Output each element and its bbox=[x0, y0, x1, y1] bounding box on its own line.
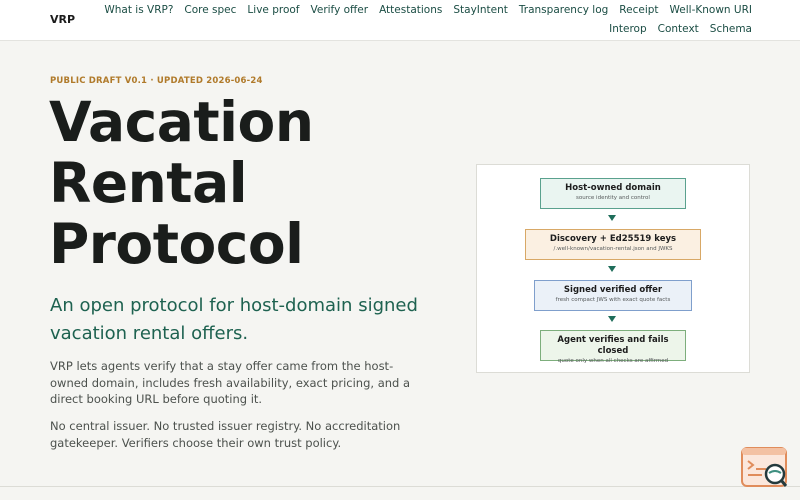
nav-link-what-is-vrp[interactable]: What is VRP? bbox=[104, 3, 173, 17]
nav-link-verify-offer[interactable]: Verify offer bbox=[311, 3, 369, 17]
flow-step-signed-offer: Signed verified offer fresh compact JWS … bbox=[534, 280, 692, 311]
flow-step-discovery: Discovery + Ed25519 keys /.well-known/va… bbox=[525, 229, 701, 260]
page-title: Vacation Rental Protocol bbox=[49, 90, 314, 276]
flow-arrow-down-icon bbox=[608, 266, 616, 272]
site-header: VRP What is VRP? Core spec Live proof Ve… bbox=[0, 0, 800, 41]
nav-link-context[interactable]: Context bbox=[658, 22, 699, 36]
search-document-icon[interactable] bbox=[740, 446, 788, 490]
hero-lead: An open protocol for host-domain signed … bbox=[50, 295, 418, 344]
protocol-flow-diagram: Host-owned domain source identity and co… bbox=[476, 164, 750, 373]
section-divider bbox=[0, 486, 800, 487]
flow-step-subtitle: /.well-known/vacation-rental.json and JW… bbox=[553, 246, 673, 252]
nav-link-transparency-log[interactable]: Transparency log bbox=[519, 3, 608, 17]
nav-link-stayintent[interactable]: StayIntent bbox=[453, 3, 508, 17]
flow-arrow-down-icon bbox=[608, 316, 616, 322]
flow-step-title: Signed verified offer bbox=[563, 285, 663, 295]
nav-link-interop[interactable]: Interop bbox=[609, 22, 647, 36]
flow-step-title: Host-owned domain bbox=[565, 183, 661, 193]
hero-trust-note: No central issuer. No trusted issuer reg… bbox=[50, 419, 401, 450]
flow-step-subtitle: quote only when all checks are affirmed bbox=[557, 358, 669, 364]
flow-step-subtitle: source identity and control bbox=[576, 195, 650, 201]
flow-arrow-down-icon bbox=[608, 215, 616, 221]
nav-link-core-spec[interactable]: Core spec bbox=[184, 3, 236, 17]
site-logo[interactable]: VRP bbox=[50, 13, 75, 26]
hero-description: VRP lets agents verify that a stay offer… bbox=[50, 359, 411, 406]
nav-link-live-proof[interactable]: Live proof bbox=[247, 3, 299, 17]
nav-link-schema[interactable]: Schema bbox=[710, 22, 752, 36]
flow-step-title: Discovery + Ed25519 keys bbox=[549, 234, 677, 244]
flow-step-title: Agent verifies and fails closed bbox=[557, 335, 669, 356]
nav-link-attestations[interactable]: Attestations bbox=[379, 3, 442, 17]
flow-step-host-domain: Host-owned domain source identity and co… bbox=[540, 178, 686, 209]
draft-status-eyebrow: PUBLIC DRAFT V0.1 · UPDATED 2026-06-24 bbox=[50, 76, 263, 86]
main-nav: What is VRP? Core spec Live proof Verify… bbox=[88, 3, 752, 36]
nav-link-well-known-uri[interactable]: Well-Known URI bbox=[670, 3, 752, 17]
flow-step-subtitle: fresh compact JWS with exact quote facts bbox=[555, 297, 671, 303]
nav-link-receipt[interactable]: Receipt bbox=[619, 3, 658, 17]
flow-step-agent-verifies: Agent verifies and fails closed quote on… bbox=[540, 330, 686, 364]
